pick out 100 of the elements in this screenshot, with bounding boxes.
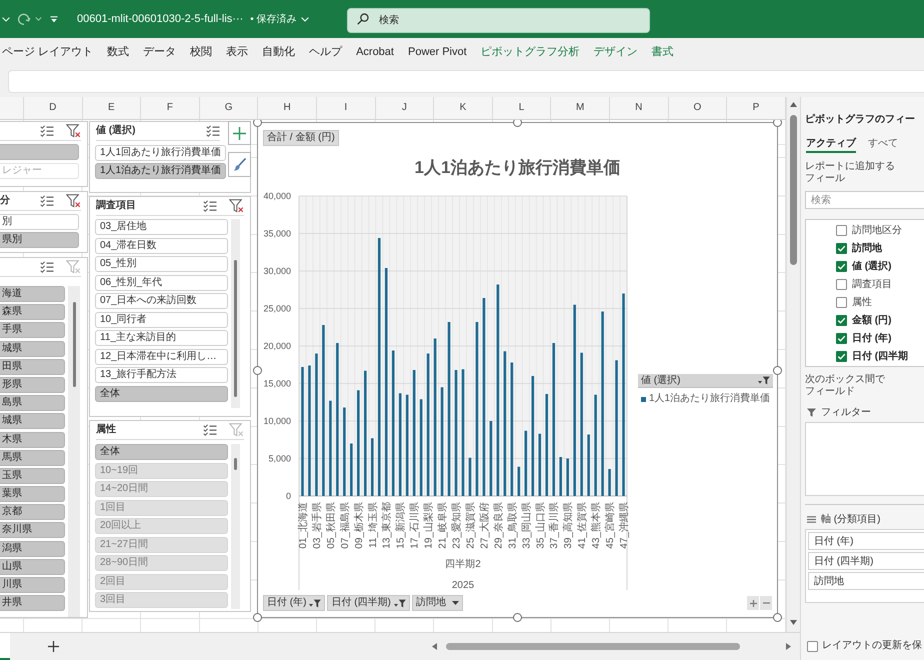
field-item[interactable]: 値 (選択) [806, 257, 924, 275]
resize-handle[interactable] [513, 120, 522, 127]
slicer-item[interactable]: 島県 [0, 395, 65, 412]
resize-handle[interactable] [773, 120, 782, 127]
slicer-item[interactable]: 奈川県 [0, 522, 65, 538]
redo-icon[interactable] [17, 13, 31, 25]
scrollbar-thumb[interactable] [234, 260, 237, 397]
column-header[interactable]: J [376, 97, 434, 119]
slicer-scrollbar[interactable] [68, 286, 80, 617]
field-item[interactable]: 日付 (四半期 [806, 347, 924, 365]
clear-filter-icon[interactable] [66, 124, 81, 138]
slicer-scrollbar[interactable] [231, 444, 240, 609]
chart-styles-button[interactable] [228, 152, 251, 177]
slicer-item[interactable]: 1人1回あたり旅行消費単価 [95, 145, 226, 161]
field-item[interactable]: 金額 (円) [806, 311, 924, 329]
ribbon-tab[interactable]: データ [143, 45, 176, 59]
customize-icon[interactable] [50, 16, 58, 22]
checkbox[interactable] [836, 332, 847, 344]
multi-select-icon[interactable] [203, 200, 217, 212]
chart-elements-button[interactable] [228, 121, 251, 145]
field-item[interactable]: 属性 [806, 293, 924, 311]
slicer-item[interactable]: 葉県 [0, 486, 65, 502]
collapse-button[interactable] [760, 596, 772, 610]
scroll-left-icon[interactable] [432, 643, 437, 650]
resize-handle[interactable] [253, 613, 262, 622]
value-field-button[interactable]: 合計 / 金額 (円) [263, 130, 339, 146]
resize-handle[interactable] [773, 366, 782, 375]
search-field[interactable]: 検索 [347, 8, 650, 32]
ribbon-tab[interactable]: デザイン [594, 45, 638, 59]
area-field-item[interactable]: 日付 (四半期) [808, 552, 924, 570]
column-header[interactable]: K [434, 97, 493, 119]
file-name[interactable]: 00601-mlit-00601030-2-5-full-lis··· [77, 10, 244, 28]
scroll-down-icon[interactable] [790, 620, 797, 625]
ribbon-tab[interactable]: ピボットグラフ分析 [480, 45, 580, 59]
ribbon-tab[interactable]: 書式 [652, 45, 674, 59]
slicer-item[interactable]: 玉県 [0, 468, 65, 484]
slicer-item[interactable]: 05_性別 [95, 256, 228, 272]
expand-button[interactable] [747, 596, 759, 610]
slicer-item[interactable]: 別 [0, 214, 79, 230]
checkbox[interactable] [836, 296, 847, 308]
checkbox[interactable] [836, 278, 847, 290]
scrollbar-thumb[interactable] [446, 643, 740, 650]
column-header[interactable]: O [668, 97, 728, 119]
ribbon-tab[interactable]: Power Pivot [408, 45, 467, 59]
slicer-item[interactable]: 形県 [0, 376, 65, 393]
checkbox[interactable] [836, 350, 847, 362]
ribbon-tab[interactable]: 自動化 [262, 45, 296, 59]
slicer-item[interactable]: 川県 [0, 577, 65, 593]
ribbon-tab[interactable]: 校閲 [190, 45, 212, 59]
resize-handle[interactable] [253, 366, 262, 375]
slicer-item[interactable]: 県別 [0, 232, 79, 248]
slicer-item[interactable]: 07_日本への来訪回数 [95, 293, 228, 309]
field-item[interactable]: 訪問地 [806, 239, 924, 257]
slicer-item[interactable]: 手県 [0, 322, 65, 338]
checkbox[interactable] [836, 242, 847, 254]
slicer-item[interactable]: 04_滞在日数 [95, 238, 228, 254]
multi-select-icon[interactable] [203, 424, 217, 436]
area-field-item[interactable]: 日付 (年) [808, 532, 924, 550]
resize-handle[interactable] [773, 613, 782, 622]
scrollbar-thumb[interactable] [234, 458, 237, 470]
slicer-item[interactable]: 木県 [0, 432, 65, 448]
multi-select-icon[interactable] [40, 261, 54, 273]
scroll-right-icon[interactable] [786, 643, 791, 650]
resize-handle[interactable] [513, 613, 522, 622]
slicer-item[interactable]: 海道 [0, 286, 65, 302]
ribbon-tab[interactable]: 数式 [107, 45, 130, 59]
sheet-tab[interactable] [0, 633, 10, 660]
column-header[interactable]: F [141, 97, 200, 119]
resize-handle[interactable] [253, 120, 262, 127]
slicer-item[interactable]: 京都 [0, 504, 65, 520]
slicer-item[interactable]: 城県 [0, 413, 65, 430]
area-field-item[interactable]: 訪問地 [808, 572, 924, 590]
axis-field-button[interactable]: 日付 (年) [263, 595, 326, 611]
slicer-item[interactable]: 1人1泊あたり旅行消費単価 [95, 163, 226, 179]
scroll-up-icon[interactable] [790, 102, 797, 107]
slicer-item[interactable]: 山県 [0, 558, 65, 575]
field-item[interactable]: 日付 (年) [806, 329, 924, 347]
scrollbar-thumb[interactable] [790, 115, 797, 265]
slicer-item[interactable]: 全体 [95, 444, 228, 460]
slicer-item[interactable]: 13_旅行手配方法 [95, 367, 228, 383]
ribbon-tab[interactable]: ページ レイアウト [2, 45, 94, 59]
ribbon-tab[interactable]: 表示 [226, 45, 248, 59]
scrollbar-thumb[interactable] [72, 302, 76, 387]
slicer-item[interactable]: 06_性別_年代 [95, 274, 228, 290]
clear-filter-icon[interactable] [66, 194, 81, 208]
slicer-item[interactable]: 田県 [0, 358, 65, 375]
panel-tab[interactable]: すべて [868, 137, 898, 153]
multi-select-icon[interactable] [206, 125, 220, 137]
save-status[interactable]: • 保存済み [250, 12, 297, 26]
checkbox[interactable] [807, 640, 818, 652]
checkbox[interactable] [836, 314, 847, 326]
slicer-item[interactable]: 10_同行者 [95, 312, 228, 328]
column-header[interactable]: L [492, 97, 552, 119]
ribbon-tab[interactable]: Acrobat [356, 45, 394, 59]
column-header[interactable]: H [258, 97, 317, 119]
search-field[interactable]: 検索 [805, 191, 924, 209]
column-header[interactable]: I [316, 97, 376, 119]
slicer-item[interactable]: 森県 [0, 304, 65, 320]
slicer-item[interactable]: 馬県 [0, 450, 65, 466]
axis-field-button[interactable]: 日付 (四半期) [327, 595, 410, 611]
